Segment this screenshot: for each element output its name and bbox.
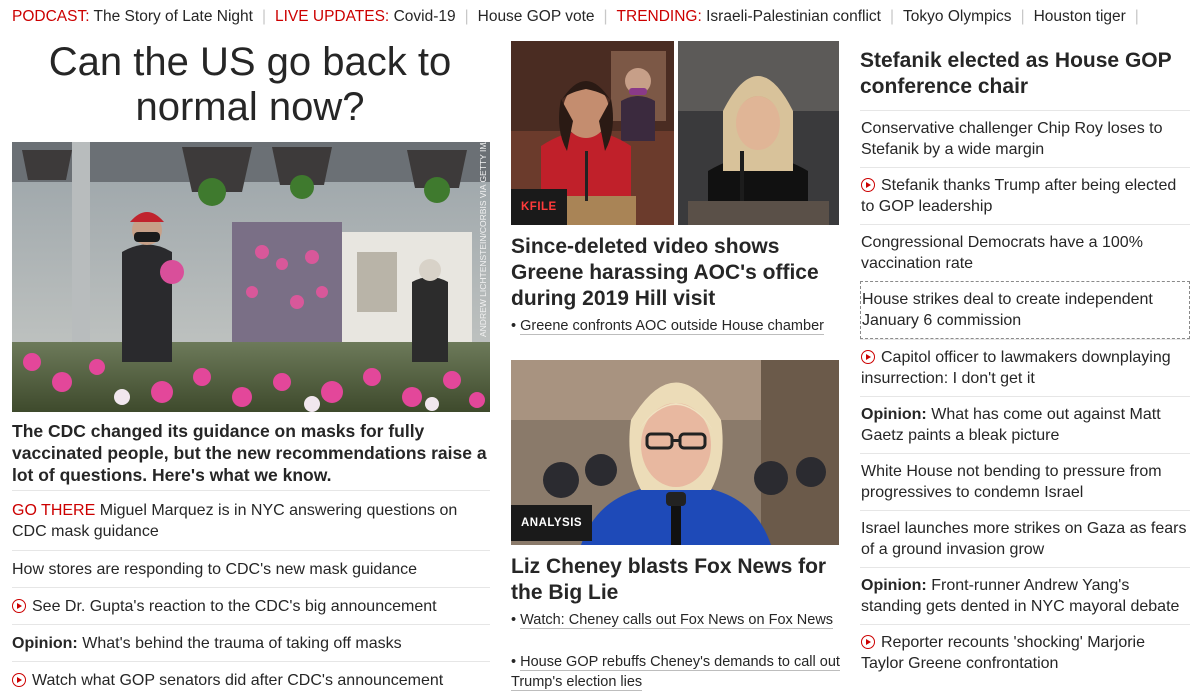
photo-credit: ANDREW LICHTENSTEIN/CORBIS VIA GETTY IMA… xyxy=(478,142,488,337)
nav-separator: | xyxy=(890,8,895,25)
right-column: Stefanik elected as House GOP conference… xyxy=(860,48,1190,681)
list-item[interactable]: Capitol officer to lawmakers downplaying… xyxy=(860,339,1190,396)
list-item-label: Watch what GOP senators did after CDC's … xyxy=(32,672,444,689)
nav-item-house-gop-vote[interactable]: House GOP vote xyxy=(478,7,595,27)
list-item[interactable]: See Dr. Gupta's reaction to the CDC's bi… xyxy=(12,587,490,624)
list-item[interactable]: Conservative challenger Chip Roy loses t… xyxy=(860,110,1190,167)
nav-item-tokyo-olympics[interactable]: Tokyo Olympics xyxy=(903,7,1012,27)
list-item-label: Congressional Democrats have a 100% vacc… xyxy=(861,234,1143,272)
cheney-related-link[interactable]: • House GOP rebuffs Cheney's demands to … xyxy=(511,652,841,692)
list-item[interactable]: Stefanik thanks Trump after being electe… xyxy=(860,167,1190,224)
list-item[interactable]: House strikes deal to create independent… xyxy=(860,281,1190,339)
list-item-label: House strikes deal to create independent… xyxy=(862,291,1153,329)
aoc-photo[interactable]: KFILE xyxy=(511,41,674,225)
list-item[interactable]: Israel launches more strikes on Gaza as … xyxy=(860,510,1190,567)
play-video-icon xyxy=(12,599,26,613)
nav-item-live-updates[interactable]: LIVE UPDATES: Covid-19 xyxy=(275,7,456,27)
cheney-related-link[interactable]: • Watch: Cheney calls out Fox News on Fo… xyxy=(511,610,841,630)
nav-separator: | xyxy=(464,8,469,25)
left-related-links: GO THERE Miguel Marquez is in NYC answer… xyxy=(12,490,490,698)
nav-separator: | xyxy=(1020,8,1025,25)
list-item-label: White House not bending to pressure from… xyxy=(861,463,1162,501)
list-item-label: Reporter recounts 'shocking' Marjorie Ta… xyxy=(861,634,1145,672)
list-item[interactable]: Opinion: What's behind the trauma of tak… xyxy=(12,624,490,661)
cheney-photo[interactable]: ANALYSIS xyxy=(511,360,839,545)
stefanik-headline[interactable]: Stefanik elected as House GOP conference… xyxy=(860,48,1190,110)
opinion-kicker: Opinion: xyxy=(861,577,927,594)
hero-headline[interactable]: Can the US go back to normal now? xyxy=(12,40,488,130)
opinion-kicker: Opinion: xyxy=(861,406,927,423)
list-item[interactable]: Watch what GOP senators did after CDC's … xyxy=(12,661,490,698)
list-item-label: What's behind the trauma of taking off m… xyxy=(82,635,402,652)
nav-item-houston-tiger[interactable]: Houston tiger xyxy=(1034,7,1126,27)
cheney-headline[interactable]: Liz Cheney blasts Fox News for the Big L… xyxy=(511,554,841,606)
list-item-label: Conservative challenger Chip Roy loses t… xyxy=(861,120,1163,158)
nav-separator: | xyxy=(261,8,266,25)
list-item[interactable]: Reporter recounts 'shocking' Marjorie Ta… xyxy=(860,624,1190,681)
list-item-label: Israel launches more strikes on Gaza as … xyxy=(861,520,1187,558)
nav-separator: | xyxy=(1134,8,1139,25)
nav-item-podcast[interactable]: PODCAST: The Story of Late Night xyxy=(12,7,253,27)
list-item[interactable]: Opinion: Front-runner Andrew Yang's stan… xyxy=(860,567,1190,624)
list-item-label: See Dr. Gupta's reaction to the CDC's bi… xyxy=(32,598,437,615)
play-video-icon xyxy=(12,673,26,687)
kfile-badge: KFILE xyxy=(511,189,567,225)
greene-headline[interactable]: Since-deleted video shows Greene harassi… xyxy=(511,234,841,312)
list-item-label: Stefanik thanks Trump after being electe… xyxy=(861,177,1177,215)
analysis-badge: ANALYSIS xyxy=(511,505,593,541)
list-item[interactable]: Opinion: What has come out against Matt … xyxy=(860,396,1190,453)
list-item[interactable]: White House not bending to pressure from… xyxy=(860,453,1190,510)
play-video-icon xyxy=(861,178,875,192)
nav-separator: | xyxy=(603,8,608,25)
greene-related-link[interactable]: • Greene confronts AOC outside House cha… xyxy=(511,316,841,336)
list-item[interactable]: How stores are responding to CDC's new m… xyxy=(12,550,490,587)
hero-photo-illustration: ANDREW LICHTENSTEIN/CORBIS VIA GETTY IMA… xyxy=(12,142,490,412)
top-nav: PODCAST: The Story of Late Night | LIVE UP… xyxy=(12,7,1188,29)
list-item-label: Capitol officer to lawmakers downplaying… xyxy=(861,349,1171,387)
nav-item-trending[interactable]: TRENDING: Israeli-Palestinian conflict xyxy=(617,7,881,27)
hero-photo[interactable]: ANDREW LICHTENSTEIN/CORBIS VIA GETTY IMA… xyxy=(12,142,490,412)
play-video-icon xyxy=(861,635,875,649)
list-item[interactable]: Congressional Democrats have a 100% vacc… xyxy=(860,224,1190,281)
hero-description[interactable]: The CDC changed its guidance on masks fo… xyxy=(12,420,488,486)
opinion-kicker: Opinion: xyxy=(12,635,78,652)
play-video-icon xyxy=(861,350,875,364)
list-item[interactable]: GO THERE Miguel Marquez is in NYC answer… xyxy=(12,490,490,550)
greene-photo[interactable] xyxy=(678,41,839,225)
list-item-label: How stores are responding to CDC's new m… xyxy=(12,561,418,578)
greene-photo-illustration xyxy=(678,41,839,225)
go-there-kicker: GO THERE xyxy=(12,502,96,519)
